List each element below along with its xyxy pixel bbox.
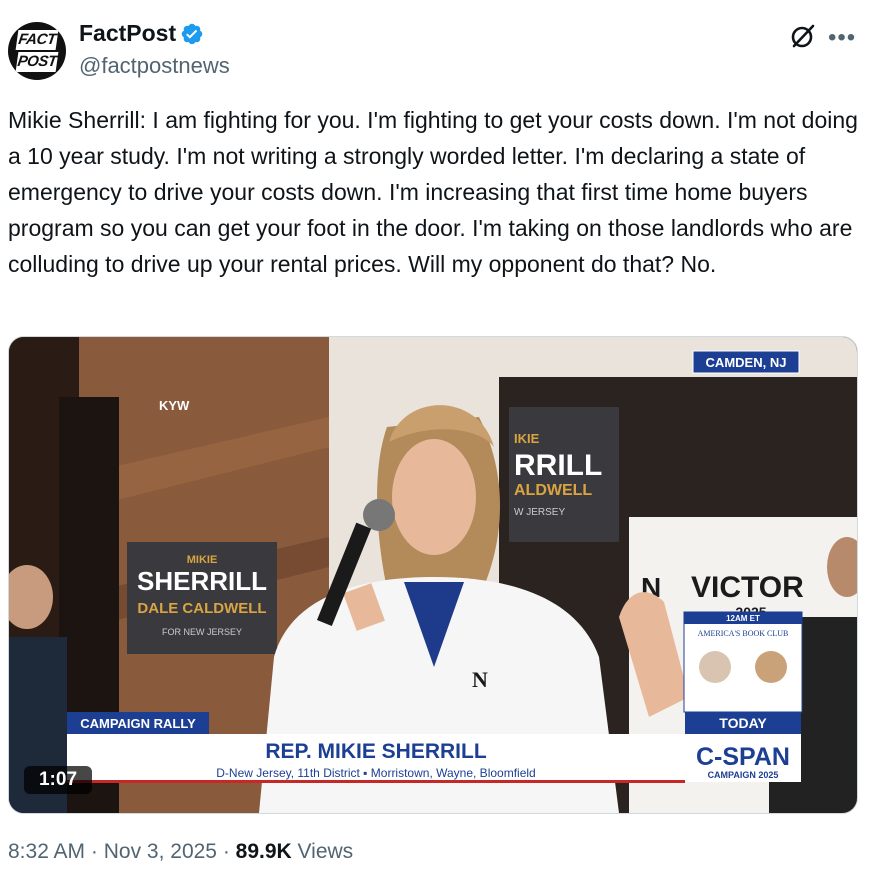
avatar-text-post: POST	[15, 52, 59, 72]
location-bug: CAMDEN, NJ	[692, 350, 800, 374]
views-count: 89.9K	[235, 840, 292, 863]
meta-separator: ·	[222, 840, 236, 863]
sign-center-line1: IKIE	[514, 431, 540, 446]
video-player[interactable]: MIKIE SHERRILL DALE CALDWELL FOR NEW JER…	[8, 336, 858, 814]
cspan-bug: TODAY C-SPAN CAMPAIGN 2025	[685, 712, 801, 782]
cspan-sub: CAMPAIGN 2025	[708, 770, 779, 780]
sign-left-line1: MIKIE	[187, 554, 218, 566]
more-options-icon[interactable]: •••	[828, 24, 856, 52]
avatar[interactable]: FACT POST	[8, 22, 66, 80]
video-duration-badge: 1:07	[24, 766, 92, 794]
svg-text:N: N	[472, 667, 488, 692]
author-handle[interactable]: @factpostnews	[79, 53, 230, 79]
author-name[interactable]: FactPost	[79, 20, 176, 47]
lower-third-tag: CAMPAIGN RALLY	[80, 716, 196, 731]
book-club-title: AMERICA'S BOOK CLUB	[698, 629, 789, 638]
lower-third-subtitle: D-New Jersey, 11th District ▪ Morristown…	[216, 766, 535, 780]
sign-center-line3: ALDWELL	[514, 482, 592, 499]
sign-left-line4: FOR NEW JERSEY	[162, 627, 242, 637]
views-label: Views	[297, 840, 354, 863]
location-text: CAMDEN, NJ	[706, 355, 787, 370]
avatar-text-fact: FACT	[15, 30, 59, 50]
video-frame: MIKIE SHERRILL DALE CALDWELL FOR NEW JER…	[9, 337, 857, 813]
tweet-date[interactable]: Nov 3, 2025	[104, 840, 217, 863]
today-label: TODAY	[719, 715, 767, 731]
campaign-sign-left: MIKIE SHERRILL DALE CALDWELL FOR NEW JER…	[127, 542, 277, 654]
tweet-meta: 8:32 AM · Nov 3, 2025 · 89.9K Views	[8, 840, 353, 864]
book-club-time: 12AM ET	[726, 614, 760, 623]
sign-center-line2: RRILL	[514, 449, 602, 482]
grok-icon[interactable]	[789, 22, 817, 50]
cspan-logo: C-SPAN	[696, 743, 790, 771]
meta-separator: ·	[90, 840, 104, 863]
sign-right-victor: VICTOR	[691, 571, 804, 604]
tweet-text: Mikie Sherrill: I am fighting for you. I…	[8, 107, 858, 277]
campaign-sign-center: IKIE RRILL ALDWELL W JERSEY	[509, 407, 619, 542]
book-club-promo: 12AM ET AMERICA'S BOOK CLUB	[683, 611, 803, 713]
sign-left-line2: SHERRILL	[137, 566, 267, 596]
verified-badge-icon	[181, 23, 203, 45]
lower-third-name: REP. MIKIE SHERRILL	[265, 740, 486, 763]
sign-left-line3: DALE CALDWELL	[137, 600, 266, 617]
tweet-time[interactable]: 8:32 AM	[8, 840, 85, 863]
sign-center-line4: W JERSEY	[514, 507, 565, 518]
station-id: KYW	[159, 398, 190, 413]
